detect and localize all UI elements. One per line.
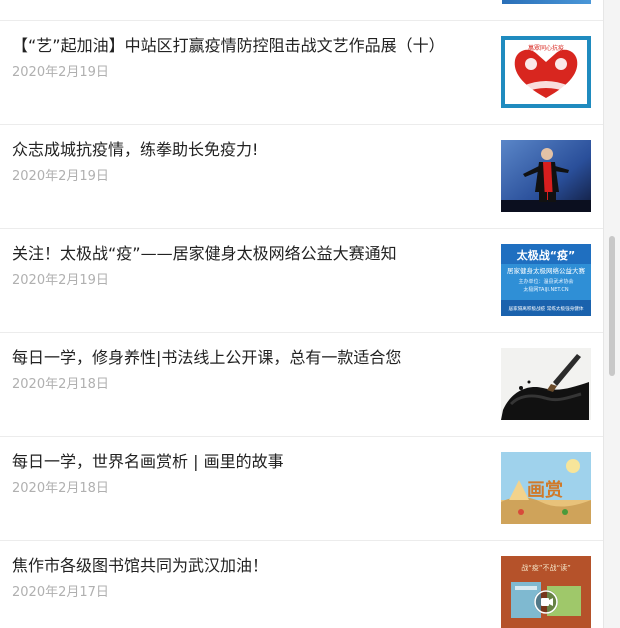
scrollbar-thumb[interactable] xyxy=(609,236,615,376)
thumbnail-ink-brush xyxy=(501,348,591,420)
thumbnail-caption: 画赏 xyxy=(527,479,563,501)
thumbnail-organizer: 主办单位：温县武术协会 xyxy=(518,278,573,285)
thumbnail-photo-performer xyxy=(501,140,591,212)
article-list-page: 【“艺”起加油】中站区打赢疫情防控阻击战文艺作品展（十） 2020年2月19日 … xyxy=(0,0,620,628)
article-title[interactable]: 焦作市各级图书馆共同为武汉加油！ xyxy=(12,555,492,577)
article-thumbnail[interactable]: 画赏 xyxy=(501,452,591,524)
list-item[interactable]: 焦作市各级图书馆共同为武汉加油！ 2020年2月17日 战“疫”不战“读” xyxy=(0,541,604,628)
previous-thumbnail-fragment[interactable] xyxy=(502,0,591,4)
list-item[interactable]: 众志成城抗疫情，练拳助长免疫力! 2020年2月19日 xyxy=(0,125,604,227)
thumbnail-taiji-poster: 太极战“疫” 居家健身太极网络公益大赛 主办单位：温县武术协会 太极网TAIJI… xyxy=(501,244,591,316)
list-item[interactable]: 【“艺”起加油】中站区打赢疫情防控阻击战文艺作品展（十） 2020年2月19日 … xyxy=(0,21,604,123)
article-date: 2020年2月18日 xyxy=(12,377,109,392)
thumbnail-library-video: 战“疫”不战“读” xyxy=(501,556,591,628)
article-title[interactable]: 关注！太极战“疫”——居家健身太极网络公益大赛通知 xyxy=(12,243,492,265)
article-date: 2020年2月19日 xyxy=(12,273,109,288)
article-date: 2020年2月17日 xyxy=(12,585,109,600)
article-date: 2020年2月19日 xyxy=(12,169,109,184)
thumbnail-caption: 太极战“疫” xyxy=(516,248,575,262)
list-item[interactable]: 每日一学，世界名画赏析 | 画里的故事 2020年2月18日 画赏 xyxy=(0,437,604,539)
article-title[interactable]: 【“艺”起加油】中站区打赢疫情防控阻击战文艺作品展（十） xyxy=(12,35,492,57)
thumbnail-painting-art: 画赏 xyxy=(501,452,591,524)
list-item[interactable]: 每日一学，修身养性|书法线上公开课，总有一款适合您 2020年2月18日 xyxy=(0,333,604,435)
article-thumbnail[interactable]: 太极战“疫” 居家健身太极网络公益大赛 主办单位：温县武术协会 太极网TAIJI… xyxy=(501,244,591,316)
article-title[interactable]: 每日一学，修身养性|书法线上公开课，总有一款适合您 xyxy=(12,347,492,369)
article-thumbnail[interactable] xyxy=(501,348,591,420)
article-thumbnail[interactable]: 战“疫”不战“读” xyxy=(501,556,591,628)
thumbnail-caption: 战“疫”不战“读” xyxy=(521,563,571,572)
article-date: 2020年2月18日 xyxy=(12,481,109,496)
thumbnail-footer: 居家隔离积极战疫 常练太极强身健体 xyxy=(509,305,584,312)
thumbnail-subcaption: 居家健身太极网络公益大赛 xyxy=(507,266,586,275)
article-title[interactable]: 每日一学，世界名画赏析 | 画里的故事 xyxy=(12,451,492,473)
thumbnail-site: 太极网TAIJI.NET.CN xyxy=(523,286,569,293)
article-thumbnail[interactable] xyxy=(501,140,591,212)
thumbnail-caption: 萬眾同心抗疫 xyxy=(528,44,564,52)
previous-item-fragment[interactable] xyxy=(0,0,604,20)
thumbnail-art-heart-hands: 萬眾同心抗疫 xyxy=(501,36,591,108)
list-item[interactable]: 关注！太极战“疫”——居家健身太极网络公益大赛通知 2020年2月19日 太极战… xyxy=(0,229,604,331)
article-title[interactable]: 众志成城抗疫情，练拳助长免疫力! xyxy=(12,139,492,161)
vertical-scrollbar[interactable] xyxy=(603,0,620,628)
article-thumbnail[interactable]: 萬眾同心抗疫 xyxy=(501,36,591,108)
article-date: 2020年2月19日 xyxy=(12,65,109,80)
